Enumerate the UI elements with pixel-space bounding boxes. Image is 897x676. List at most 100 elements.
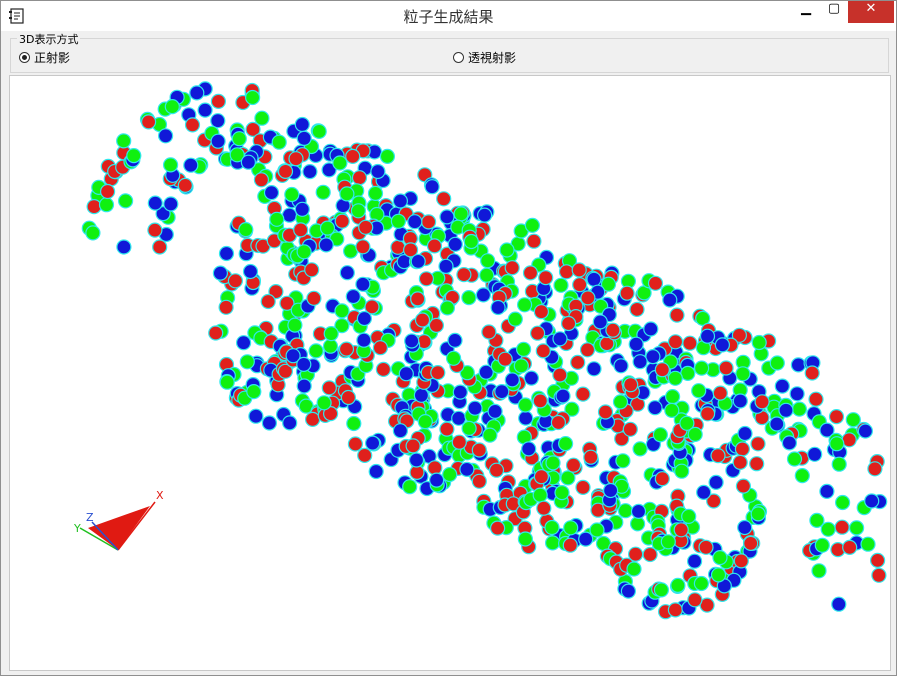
- particle: [710, 448, 726, 464]
- particle: [535, 343, 551, 359]
- particle: [622, 421, 638, 437]
- particle: [615, 453, 631, 469]
- particle: [842, 539, 858, 555]
- particle: [831, 456, 847, 472]
- radio-perspective[interactable]: 透視射影: [453, 49, 516, 65]
- particle: [436, 191, 452, 207]
- particle: [693, 575, 710, 592]
- particle: [572, 277, 588, 293]
- particle: [681, 508, 697, 524]
- particle: [471, 442, 487, 458]
- particle: [117, 193, 134, 209]
- particle: [558, 264, 575, 280]
- particle: [236, 335, 252, 351]
- particle: [563, 520, 579, 536]
- particle: [163, 157, 179, 173]
- particle: [735, 478, 752, 494]
- particle: [375, 361, 391, 377]
- particle: [828, 409, 845, 425]
- particle: [305, 411, 321, 427]
- particle: [626, 561, 642, 577]
- particle: [430, 365, 446, 381]
- particle: [737, 519, 753, 536]
- particle: [517, 531, 534, 547]
- particle: [392, 423, 408, 439]
- particle: [687, 592, 703, 608]
- particle: [560, 470, 576, 486]
- particle: [308, 343, 324, 359]
- particle: [654, 362, 670, 378]
- particle: [116, 133, 132, 149]
- title-bar[interactable]: 粒子生成結果 ▁ ▢ ✕: [1, 1, 896, 31]
- particle: [296, 130, 312, 146]
- particle: [239, 354, 255, 370]
- particle: [790, 357, 807, 373]
- particle: [488, 462, 505, 478]
- particle: [302, 163, 318, 180]
- particle: [507, 311, 523, 327]
- particle: [829, 436, 845, 452]
- particle: [390, 239, 406, 255]
- particle: [480, 253, 496, 269]
- particle: [269, 211, 285, 227]
- particle: [869, 552, 886, 568]
- particle: [453, 206, 469, 222]
- particle: [750, 506, 766, 522]
- particle: [475, 287, 491, 303]
- particle: [698, 539, 714, 555]
- radio-orthographic-indicator[interactable]: [19, 51, 30, 63]
- particle: [515, 341, 532, 357]
- particle: [446, 350, 462, 366]
- particle: [710, 567, 727, 583]
- particle: [526, 233, 542, 249]
- particle: [517, 397, 534, 413]
- particle: [693, 360, 710, 376]
- particle: [429, 472, 445, 488]
- close-button[interactable]: ✕: [848, 1, 894, 23]
- particle: [504, 372, 520, 388]
- particle: [456, 267, 472, 283]
- particle: [459, 461, 475, 477]
- particle: [183, 157, 199, 173]
- particle: [642, 546, 658, 563]
- particle: [116, 239, 132, 255]
- particle: [605, 322, 621, 338]
- particle: [629, 301, 645, 317]
- 3d-viewport[interactable]: X Y Z: [9, 75, 891, 671]
- particle: [321, 380, 337, 396]
- particle: [253, 172, 269, 188]
- particle: [439, 300, 455, 316]
- particle: [281, 207, 298, 223]
- particle: [424, 179, 440, 195]
- radio-perspective-indicator[interactable]: [453, 51, 464, 63]
- particle: [421, 214, 437, 230]
- particle: [355, 239, 371, 255]
- particle: [687, 426, 703, 442]
- particle: [340, 389, 356, 406]
- particle: [392, 193, 408, 209]
- particle: [85, 225, 101, 241]
- particle: [523, 370, 540, 386]
- particle: [532, 393, 548, 409]
- particle: [570, 354, 586, 370]
- particle: [318, 237, 334, 253]
- particle: [670, 577, 686, 593]
- particle: [781, 435, 798, 451]
- particle: [686, 553, 703, 569]
- particle: [390, 213, 406, 229]
- maximize-button[interactable]: ▢: [820, 1, 848, 23]
- particle: [296, 244, 312, 260]
- minimize-button[interactable]: ▁: [792, 1, 820, 23]
- particle: [737, 425, 753, 442]
- particle: [848, 520, 865, 536]
- particle: [263, 184, 280, 201]
- particle: [592, 314, 608, 330]
- particle: [804, 365, 820, 381]
- particle: [439, 209, 455, 225]
- particle: [586, 361, 602, 377]
- particle: [461, 290, 477, 306]
- particle: [586, 271, 602, 287]
- radio-orthographic[interactable]: 正射影: [19, 49, 70, 65]
- particle: [580, 290, 596, 306]
- particle: [516, 297, 533, 313]
